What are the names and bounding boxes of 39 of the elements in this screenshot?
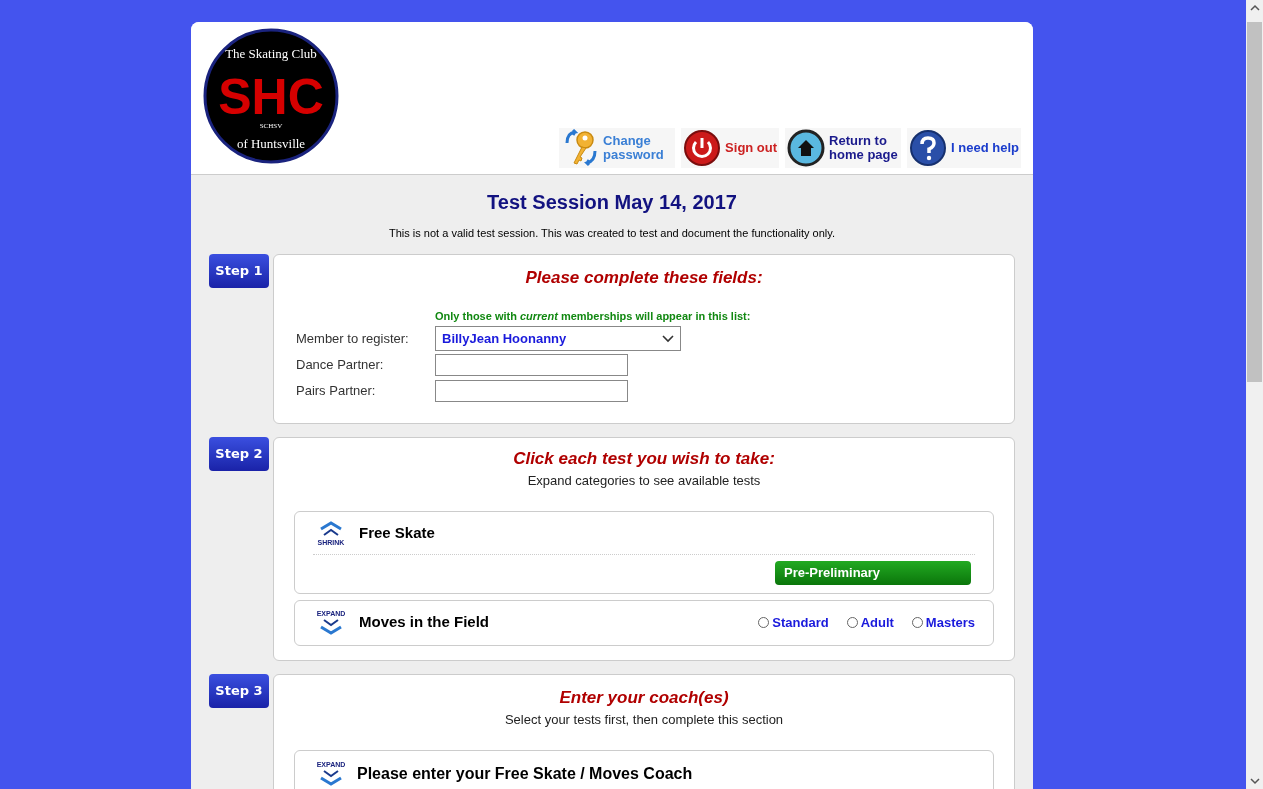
category-title: Free Skate — [359, 523, 435, 544]
section-subheading: Select your tests first, then complete this section — [503, 711, 785, 729]
header-link[interactable]: Sign out — [681, 128, 780, 168]
section-subheading: Expand categories to see available tests — [526, 472, 762, 490]
step-badge: Step 2 — [209, 436, 269, 471]
notice-text: This is not a valid test session. This was created to test and document the functionality only. — [388, 226, 836, 241]
chevrons-up-icon — [318, 521, 344, 539]
level-radio[interactable]: Masters — [911, 612, 975, 633]
section-heading: Please complete these fields: — [524, 266, 764, 289]
input-field[interactable] — [435, 353, 628, 376]
scrollbar-thumb[interactable] — [1247, 22, 1262, 382]
step-badge: Step 3 — [209, 673, 269, 708]
help-icon — [909, 129, 948, 167]
step-badge: Step 1 — [209, 253, 269, 288]
field-label: Member to register: — [296, 329, 410, 348]
input-field[interactable] — [435, 379, 628, 402]
header-link[interactable]: I need help — [907, 128, 1021, 168]
chevrons-down-icon — [318, 768, 344, 786]
power-icon — [683, 129, 722, 167]
chevrons-down-icon — [318, 617, 344, 635]
level-radio[interactable]: Adult — [846, 612, 894, 633]
member-select[interactable]: BillyJean Hoonanny — [435, 326, 681, 351]
scroll-down-icon[interactable] — [1249, 777, 1260, 785]
level-radio[interactable]: Standard — [758, 612, 829, 633]
scroll-up-icon[interactable] — [1249, 4, 1260, 12]
field-label: Pairs Partner: — [296, 381, 377, 400]
scrollbar[interactable] — [1246, 0, 1263, 789]
test-button[interactable]: Pre-Preliminary — [775, 560, 971, 585]
home-icon — [787, 129, 826, 167]
chevron-down-icon — [662, 334, 674, 343]
section-heading: Enter your coach(es) — [558, 686, 730, 709]
membership-hint: Only those with current memberships will appear in this list: — [435, 310, 751, 322]
category-title: Moves in the Field — [359, 612, 490, 633]
section-heading: Click each test you wish to take: — [512, 447, 776, 470]
page-title: Test Session May 14, 2017 — [486, 190, 738, 215]
field-label: Dance Partner: — [296, 355, 385, 374]
header-link[interactable]: Return to home page — [785, 128, 902, 168]
category-title: Please enter your Free Skate / Moves Coach — [357, 763, 693, 784]
header-link[interactable]: Change password — [559, 128, 676, 168]
